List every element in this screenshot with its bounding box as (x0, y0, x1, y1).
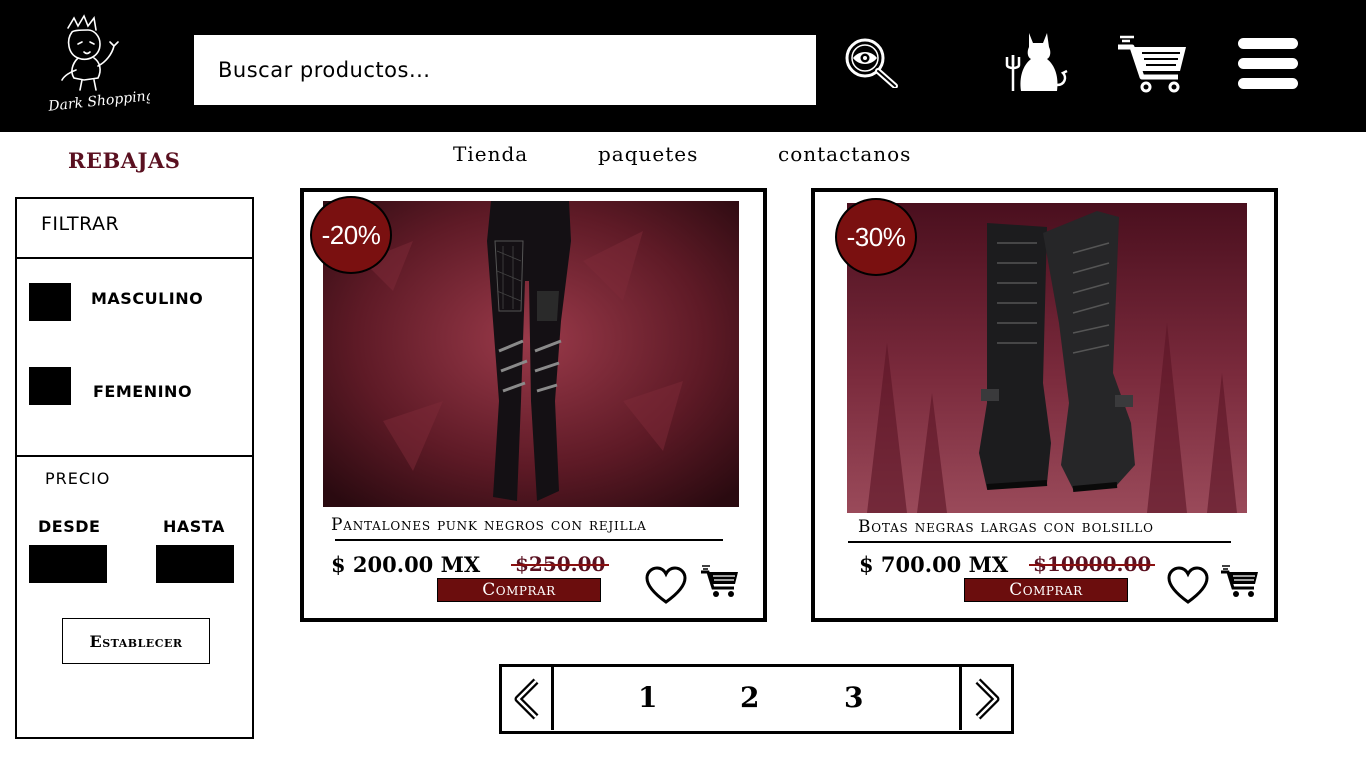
divider (17, 257, 252, 259)
buy-button[interactable]: Comprar (964, 578, 1128, 602)
logo-text: Dark Shopping (47, 88, 150, 115)
filter-panel: FILTRAR MASCULINO FEMENINO PRECIO DESDE … (15, 197, 254, 739)
product-name[interactable]: Pantalones punk negros con rejilla (331, 515, 647, 535)
to-label: HASTA (163, 517, 225, 536)
pagination: 1 2 3 (499, 664, 1014, 734)
hamburger-menu-icon[interactable] (1236, 36, 1300, 92)
devil-cat-profile-icon[interactable] (1003, 27, 1073, 95)
product-card: -20% Pantalones punk negros con rejilla … (300, 188, 767, 622)
product-price: $ 700.00 MX (859, 552, 1009, 577)
divider (335, 539, 723, 541)
chevron-right-icon (975, 678, 999, 719)
dark-shopping-logo[interactable]: Dark Shopping (38, 10, 150, 122)
divider (848, 541, 1231, 543)
nav-paquetes[interactable]: paquetes (598, 142, 698, 166)
product-card: -30% Botas negras largas con bolsillo $ … (811, 188, 1278, 622)
nav-tienda[interactable]: Tienda (453, 142, 528, 166)
product-old-price: $10000.00 (1028, 552, 1156, 576)
search-eye-icon[interactable] (843, 36, 899, 88)
product-old-price: $250.00 (510, 552, 610, 576)
buy-button[interactable]: Comprar (437, 578, 601, 602)
shopping-cart-icon[interactable] (1116, 33, 1190, 95)
label-masculino: MASCULINO (91, 289, 204, 308)
product-price: $ 200.00 MX (331, 552, 481, 577)
nav-contactanos[interactable]: contactanos (778, 142, 911, 166)
checkbox-femenino[interactable] (29, 367, 71, 405)
page-3[interactable]: 3 (844, 681, 863, 714)
discount-badge: -30% (835, 198, 917, 276)
next-page-button[interactable] (959, 667, 1011, 730)
page-2[interactable]: 2 (740, 681, 759, 714)
prev-page-button[interactable] (502, 667, 554, 730)
discount-badge: -20% (310, 196, 392, 274)
add-to-cart-icon[interactable] (1220, 564, 1260, 598)
filter-title: FILTRAR (41, 213, 120, 235)
divider (17, 455, 252, 457)
price-to-input[interactable] (156, 545, 234, 583)
sale-link[interactable]: REBAJAS (68, 148, 180, 173)
heart-icon[interactable] (644, 566, 688, 606)
heart-icon[interactable] (1166, 566, 1210, 606)
top-header: Dark Shopping Buscar productos... (0, 0, 1366, 132)
chevron-left-icon (514, 678, 538, 719)
price-title: PRECIO (45, 469, 111, 488)
search-input[interactable]: Buscar productos... (194, 35, 816, 105)
label-femenino: FEMENINO (93, 382, 193, 401)
search-placeholder: Buscar productos... (218, 58, 431, 82)
add-to-cart-icon[interactable] (700, 564, 740, 598)
page-1[interactable]: 1 (638, 681, 657, 714)
from-label: DESDE (38, 517, 101, 536)
price-from-input[interactable] (29, 545, 107, 583)
product-name[interactable]: Botas negras largas con bolsillo (858, 517, 1154, 537)
checkbox-masculino[interactable] (29, 283, 71, 321)
apply-filter-button[interactable]: Establecer (62, 618, 210, 664)
